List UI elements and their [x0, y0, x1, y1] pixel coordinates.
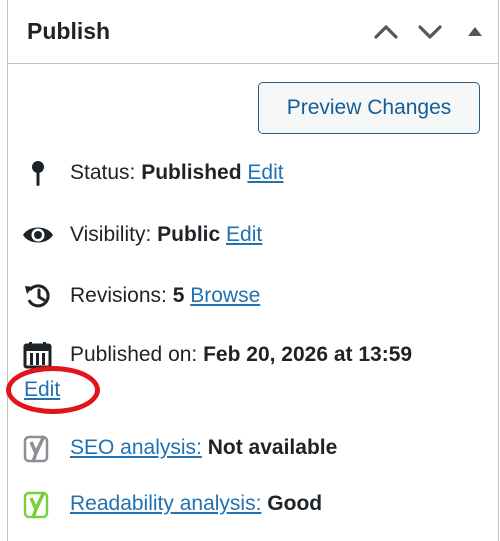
revisions-label: Revisions:: [70, 284, 167, 307]
publish-panel: Publish Preview Changes Status: Publishe…: [6, 0, 499, 541]
history-icon: [22, 282, 54, 310]
panel-title: Publish: [27, 18, 111, 44]
seo-analysis-link[interactable]: SEO analysis:: [70, 436, 202, 459]
edit-status-link[interactable]: Edit: [247, 161, 283, 184]
eye-icon: [22, 221, 54, 249]
pin-icon: [22, 159, 54, 187]
revisions-count: 5: [172, 284, 185, 307]
visibility-label: Visibility:: [70, 223, 152, 246]
edit-visibility-link[interactable]: Edit: [226, 223, 262, 246]
triangle-up-icon: [468, 27, 482, 36]
visibility-value: Public: [157, 223, 221, 246]
readability-status: Good: [267, 492, 323, 515]
calendar-icon: [22, 341, 54, 369]
yoast-green-icon: [22, 490, 54, 519]
preview-changes-button[interactable]: Preview Changes: [258, 82, 480, 134]
toggle-panel-button[interactable]: [464, 20, 486, 44]
seo-status: Not available: [207, 436, 338, 459]
highlight-annotation: [6, 366, 100, 414]
chevron-up-icon: [374, 25, 398, 39]
move-up-button[interactable]: [372, 20, 400, 44]
published-label: Published on:: [70, 343, 198, 366]
move-down-button[interactable]: [416, 20, 444, 44]
published-date: Feb 20, 2026 at 13:59: [203, 343, 413, 366]
readability-analysis-link[interactable]: Readability analysis:: [70, 492, 261, 515]
browse-revisions-link[interactable]: Browse: [190, 284, 260, 307]
status-value: Published: [141, 161, 242, 184]
status-label: Status:: [70, 161, 136, 184]
yoast-gray-icon: [22, 434, 54, 463]
chevron-down-icon: [418, 25, 442, 39]
panel-header: Publish: [8, 0, 498, 64]
